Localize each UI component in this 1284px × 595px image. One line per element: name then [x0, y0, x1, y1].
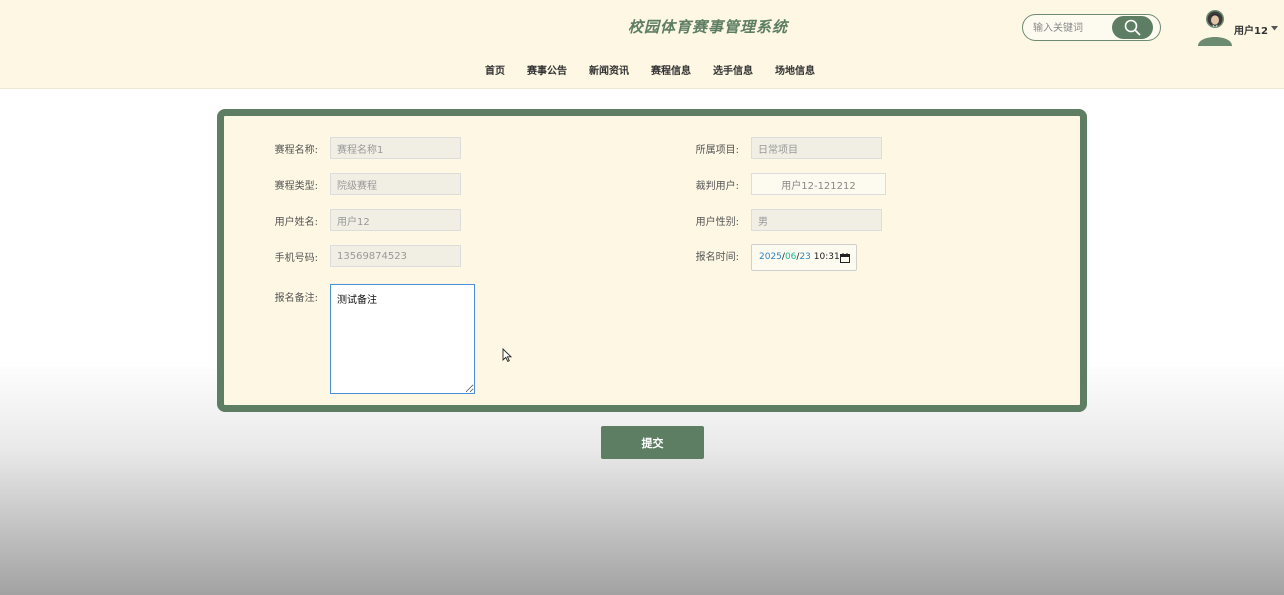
username-label[interactable]: 用户12	[1234, 22, 1268, 37]
nav-event-notices[interactable]: 赛事公告	[527, 64, 567, 82]
mouse-pointer-icon	[502, 348, 512, 362]
note-label: 报名备注:	[274, 293, 318, 304]
phone-label: 手机号码:	[274, 253, 318, 264]
schedule-type-field[interactable]	[330, 173, 461, 195]
calendar-icon[interactable]	[840, 253, 850, 263]
schedule-name-field[interactable]	[330, 137, 461, 159]
nav-schedule-info[interactable]: 赛程信息	[651, 64, 691, 82]
top-header: 校园体育赛事管理系统 用户12 首页 赛事公告 新闻资讯 赛程信息 选手信息 场…	[0, 0, 1284, 89]
signup-time-label: 报名时间:	[695, 252, 739, 263]
gender-label: 用户性别:	[695, 217, 739, 228]
search-icon	[1124, 19, 1141, 36]
chevron-down-icon[interactable]	[1271, 26, 1278, 31]
referee-select[interactable]	[751, 173, 886, 195]
main-nav: 首页 赛事公告 新闻资讯 赛程信息 选手信息 场地信息	[0, 64, 1284, 82]
submit-button[interactable]: 提交	[601, 426, 704, 459]
note-textarea[interactable]: 测试备注	[330, 284, 475, 394]
nav-news[interactable]: 新闻资讯	[589, 64, 629, 82]
user-name-field[interactable]	[330, 209, 461, 231]
registration-form: 赛程名称: 赛程类型: 用户姓名: 手机号码: 报名备注: 测试备注 所属项目:…	[217, 109, 1087, 412]
nav-venue-info[interactable]: 场地信息	[775, 64, 815, 82]
search-box	[1022, 14, 1161, 41]
gender-field[interactable]	[751, 209, 882, 231]
schedule-name-label: 赛程名称:	[274, 145, 318, 156]
project-label: 所属项目:	[695, 145, 739, 156]
project-field[interactable]	[751, 137, 882, 159]
search-input[interactable]	[1031, 18, 1113, 38]
search-button[interactable]	[1112, 16, 1153, 39]
signup-time-value: 2025/06/23 10:31	[759, 252, 840, 262]
schedule-type-label: 赛程类型:	[274, 181, 318, 192]
referee-label: 裁判用户:	[695, 181, 739, 192]
nav-player-info[interactable]: 选手信息	[713, 64, 753, 82]
signup-time-input[interactable]: 2025/06/23 10:31	[751, 244, 857, 271]
user-name-label: 用户姓名:	[274, 217, 318, 228]
avatar[interactable]	[1197, 8, 1233, 48]
phone-field[interactable]	[330, 245, 461, 267]
nav-home[interactable]: 首页	[485, 64, 505, 82]
